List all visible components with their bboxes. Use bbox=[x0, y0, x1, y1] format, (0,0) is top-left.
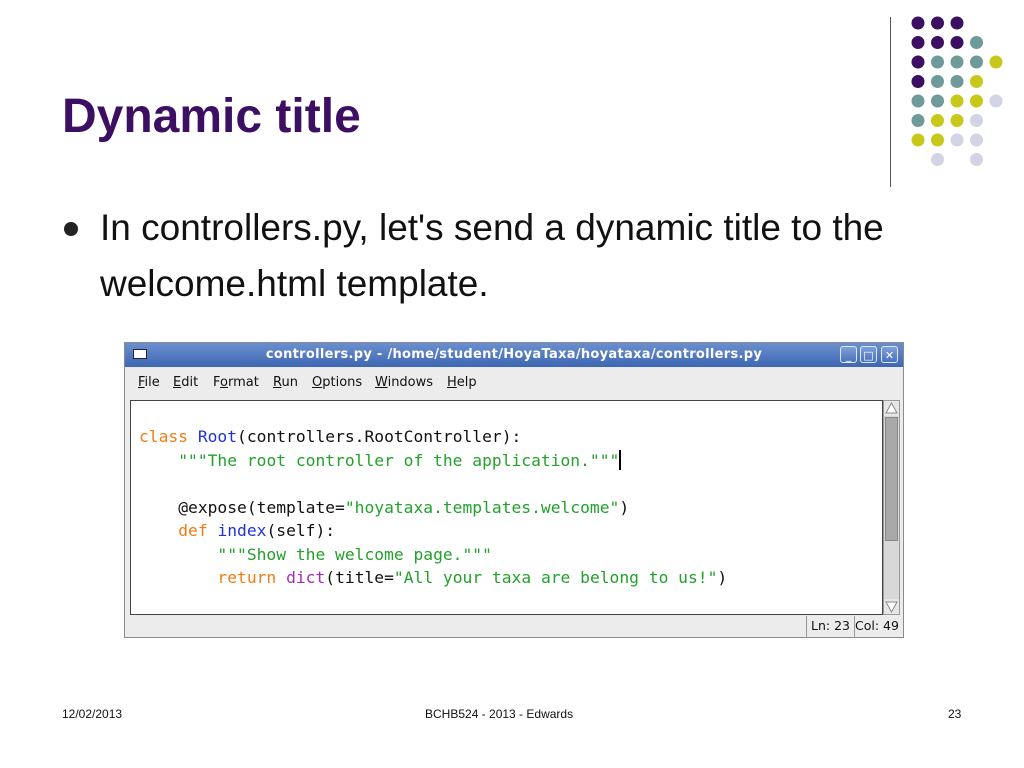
text-cursor bbox=[619, 449, 622, 470]
close-button[interactable]: ✕ bbox=[881, 346, 898, 363]
decorative-dot bbox=[911, 16, 925, 30]
menu-edit[interactable]: Edit bbox=[173, 375, 198, 390]
footer-date: 12/02/2013 bbox=[62, 707, 123, 721]
menu-run[interactable]: Run bbox=[273, 375, 298, 390]
decorative-dot bbox=[970, 114, 983, 127]
menu-options[interactable]: Options bbox=[312, 375, 362, 390]
decorative-dot bbox=[970, 153, 983, 166]
minimize-button[interactable]: _ bbox=[840, 346, 857, 363]
decorative-dot bbox=[950, 16, 964, 30]
code-text[interactable]: class Root(controllers.RootController): … bbox=[139, 425, 727, 590]
bullet-icon bbox=[64, 222, 78, 236]
decorative-dot bbox=[931, 75, 944, 88]
window-title: controllers.py - /home/student/HoyaTaxa/… bbox=[265, 347, 763, 362]
decorative-dot bbox=[911, 114, 925, 127]
decorative-dot bbox=[931, 36, 944, 49]
decorative-dot bbox=[950, 75, 964, 88]
editor-window: controllers.py - /home/student/HoyaTaxa/… bbox=[124, 342, 904, 638]
footer-page-number: 23 bbox=[948, 707, 962, 721]
maximize-button[interactable]: □ bbox=[860, 346, 877, 363]
scroll-down-icon[interactable] bbox=[884, 599, 899, 614]
menu-windows[interactable]: Windows bbox=[375, 375, 433, 390]
decorative-dot bbox=[989, 94, 1003, 108]
decorative-dot bbox=[911, 55, 925, 69]
decorative-dot bbox=[911, 94, 925, 108]
decorative-dot bbox=[950, 94, 964, 108]
decorative-dot-grid bbox=[911, 16, 1003, 166]
decorative-dot bbox=[931, 114, 944, 127]
status-line: Ln: 23 bbox=[806, 616, 855, 637]
menu-format[interactable]: Format bbox=[213, 375, 259, 390]
status-column: Col: 49 bbox=[855, 618, 899, 633]
menu-bar: File Edit Format Run Options Windows Hel… bbox=[125, 368, 903, 396]
decorative-dot bbox=[950, 114, 964, 127]
menu-help[interactable]: Help bbox=[447, 375, 477, 390]
decorative-dot bbox=[911, 75, 925, 88]
decorative-divider bbox=[890, 17, 891, 187]
decorative-dot bbox=[931, 94, 944, 108]
decorative-dot bbox=[989, 55, 1003, 69]
decorative-dot bbox=[970, 36, 983, 49]
vertical-scrollbar[interactable] bbox=[883, 400, 900, 615]
decorative-dot bbox=[911, 36, 925, 49]
decorative-dot bbox=[931, 16, 944, 30]
decorative-dot bbox=[970, 133, 983, 147]
decorative-dot bbox=[970, 75, 983, 88]
status-bar: Ln: 23 Col: 49 bbox=[125, 616, 903, 637]
bullet-text: In controllers.py, let's send a dynamic … bbox=[100, 207, 884, 304]
decorative-dot bbox=[950, 55, 964, 69]
scroll-up-icon[interactable] bbox=[884, 401, 899, 416]
decorative-dot bbox=[931, 133, 944, 147]
decorative-dot bbox=[970, 94, 983, 108]
code-editor[interactable]: class Root(controllers.RootController): … bbox=[130, 400, 883, 615]
scrollbar-thumb[interactable] bbox=[885, 417, 898, 541]
decorative-dot bbox=[950, 133, 964, 147]
decorative-dot bbox=[970, 55, 983, 69]
decorative-dot bbox=[931, 55, 944, 69]
window-titlebar[interactable]: controllers.py - /home/student/HoyaTaxa/… bbox=[125, 343, 903, 367]
decorative-dot bbox=[931, 153, 944, 166]
menu-file[interactable]: File bbox=[138, 375, 160, 390]
footer-course: BCHB524 - 2013 - Edwards bbox=[425, 707, 574, 721]
decorative-dot bbox=[950, 36, 964, 49]
decorative-dot bbox=[911, 133, 925, 147]
